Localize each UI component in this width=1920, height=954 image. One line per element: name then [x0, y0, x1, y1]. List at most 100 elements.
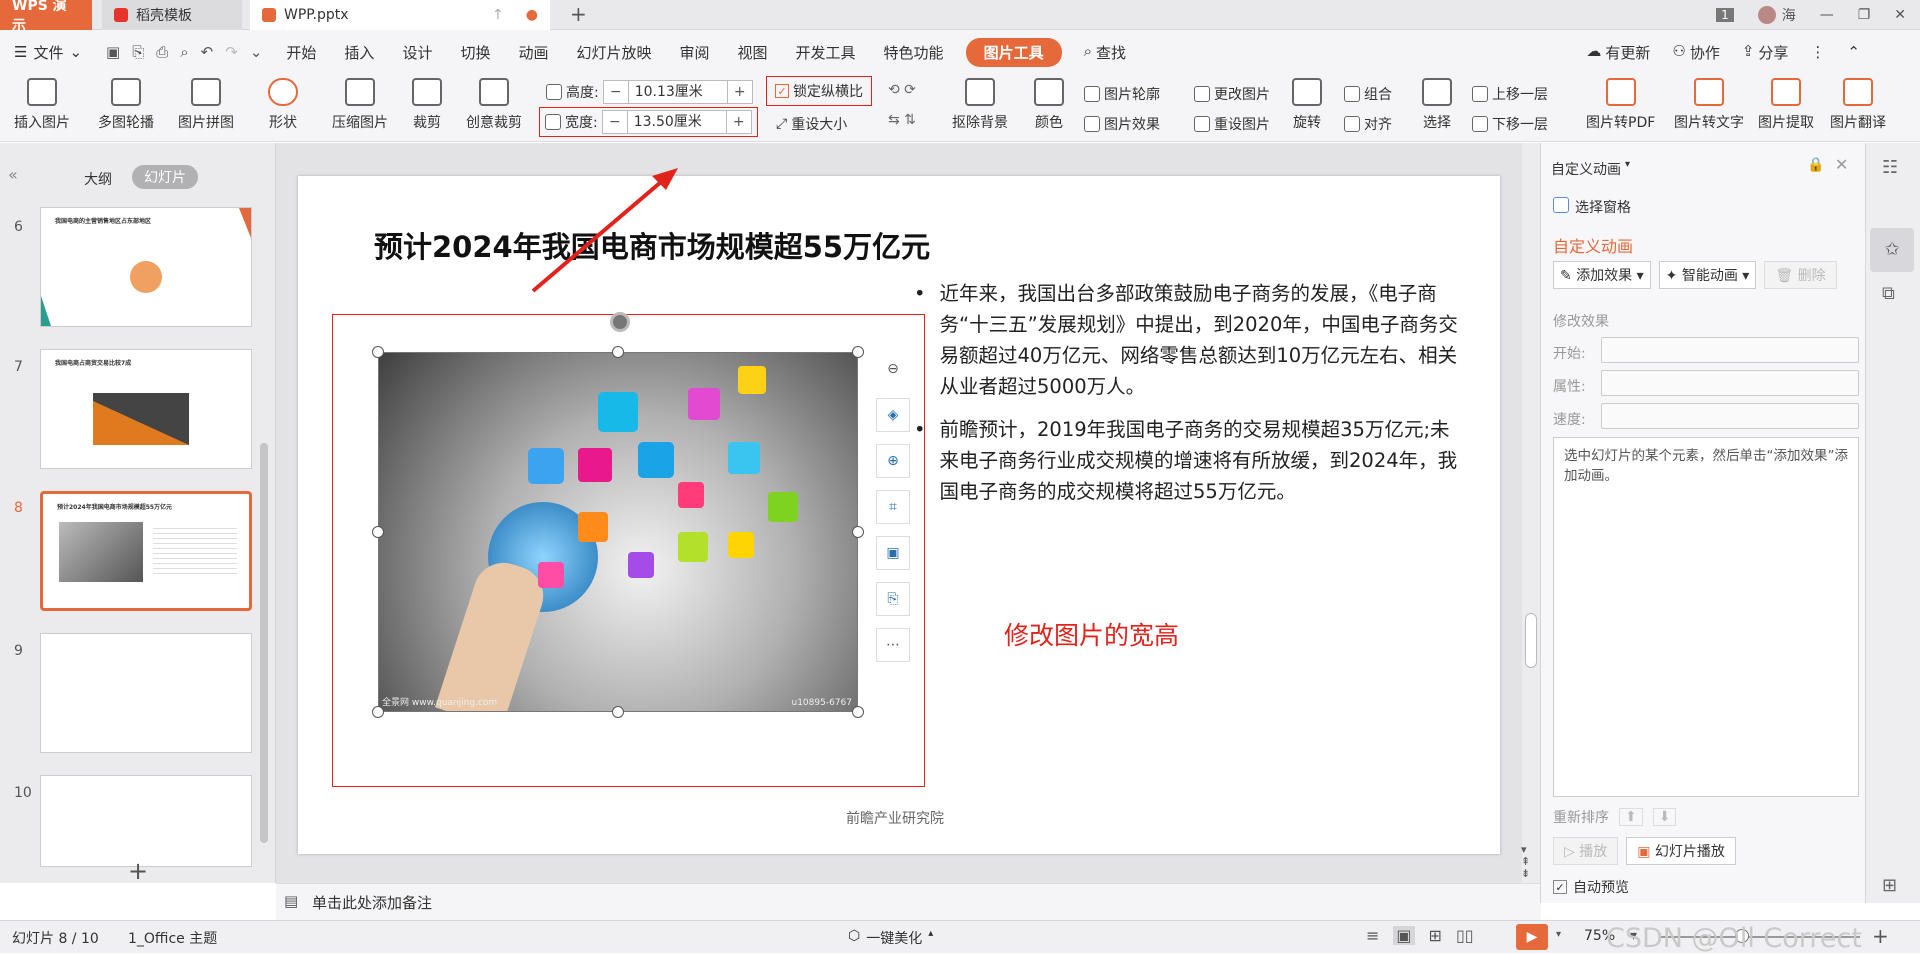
resize-handle[interactable]	[372, 526, 384, 538]
delete-effect-button[interactable]: 🗑 删除	[1764, 261, 1837, 289]
speed-select[interactable]	[1601, 403, 1859, 429]
page-nav-icon[interactable]: ▾ ⇞ ⇟	[1521, 844, 1530, 880]
animation-list[interactable]: 选中幻灯片的某个元素，然后单击“添加效果”添加动画。	[1553, 437, 1859, 797]
height-decrease-button[interactable]: −	[604, 84, 628, 100]
notes-placeholder[interactable]: 单击此处添加备注	[312, 892, 432, 913]
zoom-in-icon[interactable]: +	[1872, 924, 1889, 948]
menu-item-devtools[interactable]: 开发工具	[782, 42, 870, 63]
move-up-icon[interactable]: ⬆	[1619, 808, 1643, 826]
transition-icon[interactable]: ⧉	[1882, 283, 1895, 304]
tab-slides[interactable]: 幻灯片	[132, 165, 198, 189]
send-backward-button[interactable]: 下移一层	[1472, 114, 1548, 134]
print-icon[interactable]: ⎙	[156, 43, 168, 61]
reset-size-button[interactable]: ⤢ 重设大小	[776, 114, 847, 134]
tab-outline[interactable]: 大纲	[84, 169, 112, 189]
flip-icon[interactable]: ⇆ ⇅	[888, 112, 916, 128]
bullet-text-box[interactable]: • 近年来，我国出台多部政策鼓励电子商务的发展，《电子商务“十三五”发展规划》中提…	[914, 278, 1466, 507]
height-value[interactable]: 10.13厘米	[627, 81, 728, 103]
slide-thumbnail-7[interactable]: 我国电商占商贸交易比较7成	[40, 349, 252, 469]
file-menu[interactable]: ☰ 文件 ⌄	[0, 42, 96, 63]
rotate-handle[interactable]	[610, 312, 630, 332]
group-button[interactable]: 组合	[1344, 84, 1392, 104]
collage-button[interactable]: 图片拼图	[178, 78, 234, 132]
search-button[interactable]: ⌕ 查找	[1070, 42, 1140, 63]
menu-item-animation[interactable]: 动画	[504, 42, 562, 63]
close-panel-icon[interactable]: ✕	[1835, 155, 1848, 174]
add-slide-button[interactable]: +	[0, 859, 276, 883]
apps-grid-icon[interactable]: ⊞	[1882, 875, 1897, 896]
height-increase-button[interactable]: +	[728, 84, 752, 100]
align-button[interactable]: 对齐	[1344, 114, 1392, 134]
theme-name[interactable]: 1_Office 主题	[128, 928, 217, 948]
menu-item-design[interactable]: 设计	[388, 42, 446, 63]
selection-pane-button[interactable]: 选择窗格	[1553, 197, 1631, 217]
menu-item-slideshow[interactable]: 幻灯片放映	[562, 42, 665, 63]
property-select[interactable]	[1601, 370, 1859, 396]
add-effect-button[interactable]: ✎ 添加效果 ▾	[1553, 261, 1651, 289]
zoom-out-icon[interactable]: ⊖	[876, 352, 910, 386]
menu-item-view[interactable]: 视图	[724, 42, 782, 63]
page-badge[interactable]: 1	[1716, 8, 1734, 22]
menu-item-start[interactable]: 开始	[272, 42, 330, 63]
layers-icon[interactable]: ◈	[876, 398, 910, 432]
customize-icon[interactable]: ⌄	[250, 43, 263, 61]
slide[interactable]: 预计2024年我国电商市场规模超55万亿元 全景网 www.quanjing.c…	[298, 168, 1500, 854]
resize-handle[interactable]	[372, 706, 384, 718]
play-slideshow-button[interactable]: ▶	[1516, 924, 1548, 950]
tab-document[interactable]: WPP.pptx ↑ ●	[250, 0, 550, 30]
picture-to-text-icon[interactable]: ⎘	[876, 582, 910, 616]
slideshow-button[interactable]: ▣ 幻灯片播放	[1626, 837, 1736, 865]
update-button[interactable]: ☁ 有更新	[1586, 42, 1650, 63]
upload-icon[interactable]: ↑	[492, 7, 504, 23]
screenshot-icon[interactable]: ▣	[876, 536, 910, 570]
resize-handle[interactable]	[852, 346, 864, 358]
slide-thumbnail-10[interactable]	[40, 775, 252, 867]
crop-icon[interactable]: ⌗	[876, 490, 910, 524]
collapse-panel-icon[interactable]: «	[8, 165, 18, 184]
color-button[interactable]: 颜色	[1034, 78, 1064, 132]
slide-sorter-icon[interactable]: ⊞	[1429, 926, 1442, 945]
more-options-icon[interactable]: ⋯	[876, 628, 910, 662]
notes-bar[interactable]: ▤ 单击此处添加备注 ▾ ⇞ ⇟	[276, 844, 1541, 920]
resize-handle[interactable]	[852, 706, 864, 718]
resize-handle[interactable]	[372, 346, 384, 358]
app-tab-wps[interactable]: WPS 演示	[0, 0, 92, 34]
collab-button[interactable]: ⚇ 协作	[1672, 42, 1719, 63]
notes-toggle-icon[interactable]: ≡	[1366, 926, 1379, 945]
insert-picture-button[interactable]: 插入图片	[14, 78, 70, 132]
compress-button[interactable]: 压缩图片	[332, 78, 388, 132]
lock-ratio-checkbox[interactable]: ✓ 锁定纵横比	[766, 76, 872, 106]
menu-item-transition[interactable]: 切换	[446, 42, 504, 63]
picture-to-pdf-button[interactable]: 图片转PDF	[1586, 78, 1655, 132]
autopreview-checkbox[interactable]: ✓ 自动预览	[1553, 877, 1629, 897]
resize-handle[interactable]	[612, 346, 624, 358]
resize-handle[interactable]	[612, 706, 624, 718]
tab-template[interactable]: 稻壳模板	[102, 0, 242, 30]
share-button[interactable]: ⇪ 分享	[1742, 42, 1789, 63]
remove-background-button[interactable]: 抠除背景	[952, 78, 1008, 132]
menu-item-review[interactable]: 审阅	[666, 42, 724, 63]
minimize-icon[interactable]: —	[1820, 7, 1834, 23]
animation-star-icon[interactable]: ✩	[1870, 228, 1914, 272]
canvas-scrollbar[interactable]	[1522, 143, 1540, 883]
new-tab-button[interactable]: +	[570, 2, 587, 26]
rotate-left-icon[interactable]: ⟲ ⟳	[888, 82, 916, 98]
e-commerce-picture[interactable]: 全景网 www.quanjing.com u10895-6767	[378, 352, 858, 712]
smart-animation-button[interactable]: ✦ 智能动画 ▾	[1658, 261, 1757, 289]
panel-header[interactable]: 自定义动画 ▾	[1551, 159, 1630, 179]
redo-icon[interactable]: ↷	[225, 43, 238, 61]
beautify-button[interactable]: ⬡ 一键美化 ▴	[848, 928, 933, 948]
thumbnail-scrollbar[interactable]	[260, 443, 268, 843]
preview-icon[interactable]: ⌕	[180, 43, 188, 61]
reading-view-icon[interactable]: ▯▯	[1456, 926, 1474, 945]
outline-button[interactable]: 图片轮廓	[1084, 84, 1160, 104]
slideshow-options-icon[interactable]: ▾	[1556, 929, 1561, 940]
zoom-in-icon[interactable]: ⊕	[876, 444, 910, 478]
source-text[interactable]: 前瞻产业研究院	[846, 808, 944, 828]
slide-thumbnail-6[interactable]: 我国电商的主营销售地区占东部地区	[40, 207, 252, 327]
play-button[interactable]: ▷ 播放	[1553, 837, 1619, 865]
picture-translate-button[interactable]: 图片翻译	[1830, 78, 1886, 132]
shape-button[interactable]: 形状	[268, 78, 298, 132]
select-button[interactable]: 选择	[1422, 78, 1452, 132]
export-icon[interactable]: ⎘	[132, 43, 144, 61]
